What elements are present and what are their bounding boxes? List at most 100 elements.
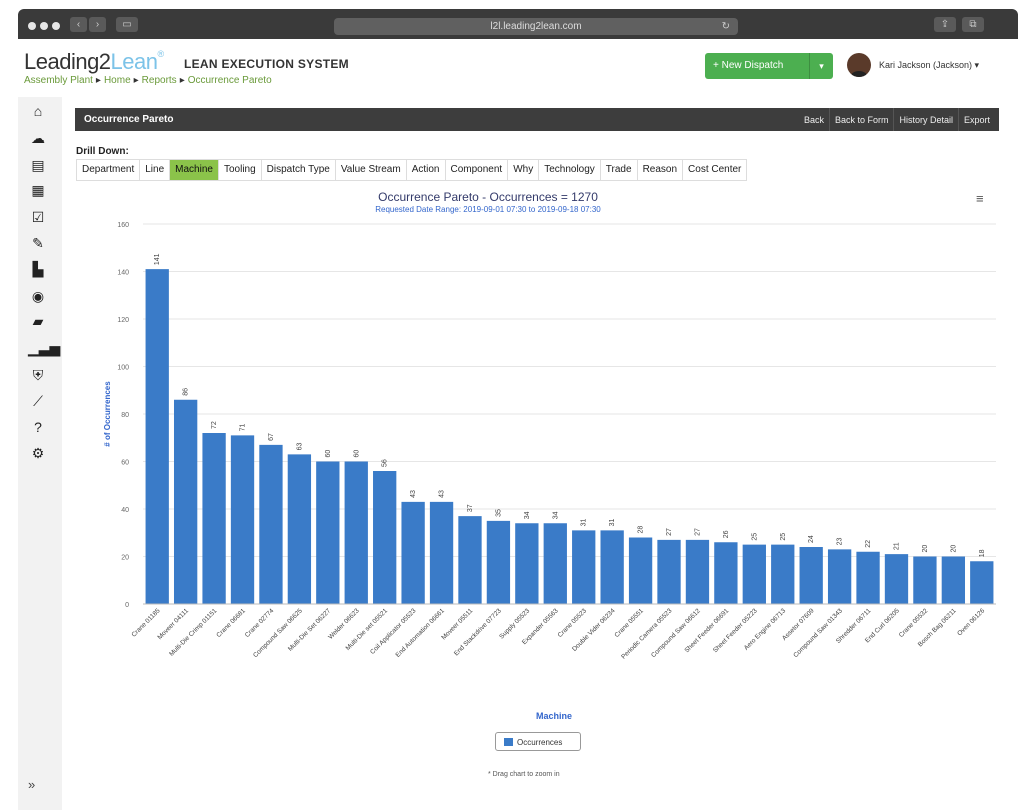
breadcrumb: Assembly Plant ▸ Home ▸ Reports ▸ Occurrence P… [24, 75, 272, 86]
data-label: 28 [638, 526, 645, 534]
data-label: 22 [865, 540, 872, 548]
bar [572, 530, 596, 604]
line-chart-icon[interactable]: ⟋ [28, 392, 48, 410]
signal-bars-icon[interactable]: ▁▃▅ [28, 339, 60, 357]
bar [401, 501, 425, 604]
bar [742, 544, 766, 604]
breadcrumb-assembly-plant[interactable]: Assembly Plant [24, 75, 93, 86]
back-link[interactable]: Back [799, 108, 829, 131]
bar [344, 461, 368, 604]
factory-icon[interactable]: ▙ [28, 260, 48, 278]
bar [202, 433, 226, 604]
data-label: 34 [552, 511, 559, 519]
clipboard-check-icon[interactable]: ☑ [28, 208, 48, 226]
tab-component[interactable]: Component [444, 159, 509, 181]
bar [600, 530, 624, 604]
tab-cost-center[interactable]: Cost Center [682, 159, 748, 181]
y-tick-label: 160 [117, 222, 129, 229]
app-window: Leading2Lean® LEAN EXECUTION SYSTEM Asse… [18, 39, 1018, 810]
y-tick-label: 0 [125, 602, 129, 609]
window-zoom-dot[interactable] [52, 22, 60, 30]
bar [515, 523, 539, 604]
browser-titlebar: ‹ › ▭ l2l.leading2lean.com ↻ ⇪ ⧉ [18, 9, 1018, 39]
bar [685, 539, 710, 604]
breadcrumb-current[interactable]: Occurrence Pareto [188, 75, 272, 86]
data-label: 72 [211, 421, 218, 429]
calendar-icon[interactable]: ▦ [28, 181, 48, 199]
graduation-cap-icon[interactable]: ▰ [28, 312, 48, 330]
tabs-icon[interactable]: ⧉ [962, 17, 984, 32]
breadcrumb-home[interactable]: Home [104, 75, 131, 86]
sidebar-toggle-icon[interactable]: ▭ [116, 17, 138, 32]
data-label: 43 [439, 490, 446, 498]
y-tick-label: 120 [117, 317, 129, 324]
expand-sidebar-icon[interactable]: » [28, 777, 35, 792]
back-nav-icon[interactable]: ‹ [70, 17, 87, 32]
share-icon[interactable]: ⇪ [934, 17, 956, 32]
bar [458, 516, 482, 604]
logo-trademark: ® [157, 49, 165, 59]
bar [259, 444, 283, 604]
chart-legend[interactable]: Occurrences [495, 732, 581, 751]
tab-trade[interactable]: Trade [599, 159, 638, 181]
bar [628, 537, 653, 604]
wrench-icon[interactable]: ✎ [28, 234, 48, 252]
new-dispatch-button[interactable]: + New Dispatch ▾ [705, 53, 833, 79]
breadcrumb-reports[interactable]: Reports [142, 75, 177, 86]
document-icon[interactable]: ▤ [28, 156, 48, 174]
avatar[interactable] [847, 53, 871, 77]
x-tick-label: Compound Saw 01343 [792, 607, 844, 659]
forward-nav-icon[interactable]: › [89, 17, 106, 32]
dashboard-gauge-icon[interactable]: ◉ [28, 287, 48, 305]
logo[interactable]: Leading2Lean® [24, 49, 164, 75]
y-tick-label: 20 [121, 555, 129, 562]
data-label: 34 [524, 511, 531, 519]
chevron-down-icon[interactable]: ▾ [809, 53, 833, 79]
y-tick-label: 80 [121, 412, 129, 419]
pareto-chart[interactable]: 0 20 40 60 80 100 120 140 160 # of Occurrences 141… [78, 214, 1008, 734]
data-label: 71 [240, 423, 247, 431]
tab-dispatch-type[interactable]: Dispatch Type [260, 159, 336, 181]
tab-machine[interactable]: Machine [169, 159, 219, 181]
tab-reason[interactable]: Reason [636, 159, 684, 181]
reload-icon[interactable]: ↻ [722, 18, 730, 35]
data-label: 35 [495, 509, 502, 517]
help-icon[interactable]: ? [28, 418, 48, 436]
tab-technology[interactable]: Technology [538, 159, 601, 181]
tab-why[interactable]: Why [507, 159, 540, 181]
data-label: 43 [410, 490, 417, 498]
back-to-form-link[interactable]: Back to Form [828, 108, 894, 131]
system-name: LEAN EXECUTION SYSTEM [184, 57, 349, 71]
bar [884, 554, 909, 604]
bar [429, 501, 454, 604]
x-tick-label: End Automation 06661 [395, 607, 447, 659]
y-tick-label: 60 [121, 460, 129, 467]
bar [714, 542, 738, 604]
chart-menu-icon[interactable]: ≡ [976, 191, 984, 206]
bar [799, 547, 823, 604]
data-label: 23 [837, 537, 844, 545]
user-menu[interactable]: Kari Jackson (Jackson) ▾ [879, 60, 979, 71]
export-link[interactable]: Export [957, 108, 995, 131]
address-bar[interactable]: l2l.leading2lean.com ↻ [334, 18, 738, 35]
window-minimize-dot[interactable] [40, 22, 48, 30]
shield-check-icon[interactable]: ⛨ [28, 366, 48, 384]
tab-line[interactable]: Line [139, 159, 171, 181]
x-tick-label: Compound Saw 06625 [252, 607, 304, 659]
data-label: 67 [268, 433, 275, 441]
home-icon[interactable]: ⌂ [28, 102, 48, 120]
tab-department[interactable]: Department [76, 159, 141, 181]
data-label: 63 [296, 442, 303, 450]
url-text: l2l.leading2lean.com [490, 21, 582, 32]
tab-value-stream[interactable]: Value Stream [334, 159, 407, 181]
bar [913, 556, 937, 604]
y-tick-label: 140 [117, 270, 129, 277]
cloud-icon[interactable]: ☁ [28, 129, 48, 147]
tab-tooling[interactable]: Tooling [217, 159, 262, 181]
tab-action[interactable]: Action [405, 159, 446, 181]
window-close-dot[interactable] [28, 22, 36, 30]
gear-icon[interactable]: ⚙ [28, 444, 48, 462]
history-detail-link[interactable]: History Detail [893, 108, 958, 131]
logo-lean: Lean [110, 49, 158, 74]
bar [970, 561, 994, 604]
